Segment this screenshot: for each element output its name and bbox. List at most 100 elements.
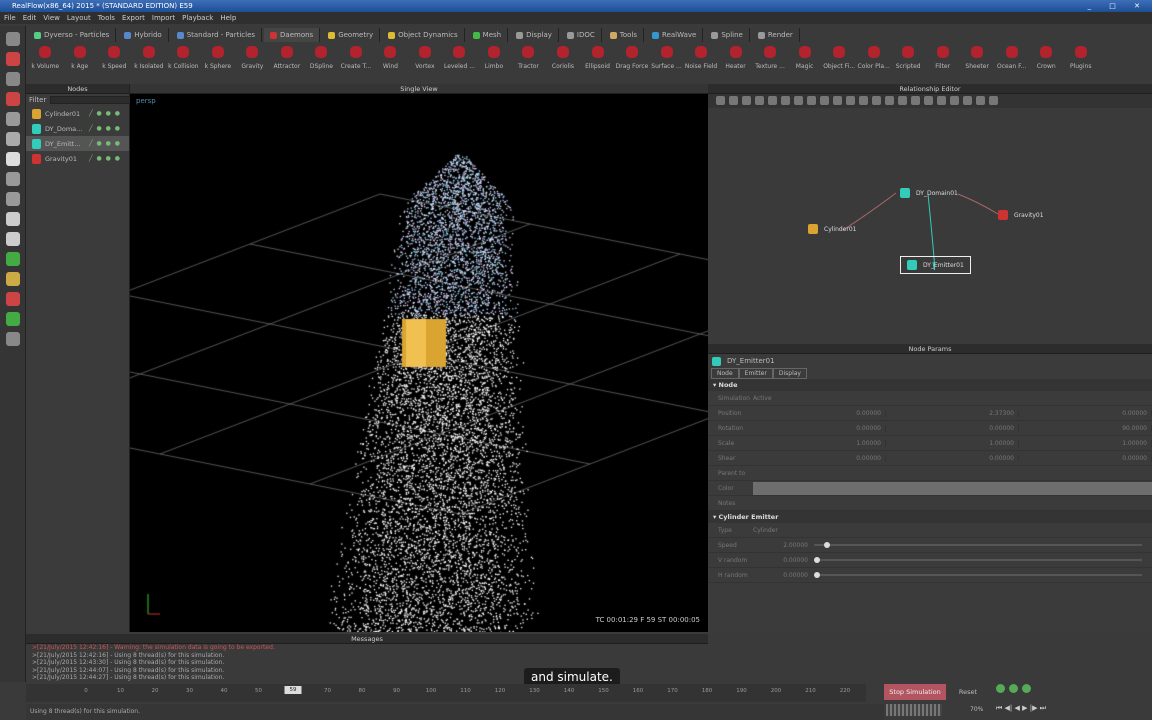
position-x-field[interactable]: 0.00000 xyxy=(753,409,886,417)
tool-icon[interactable] xyxy=(5,192,20,206)
color-row[interactable]: Color xyxy=(708,481,1152,496)
params-tab-display[interactable]: Display xyxy=(772,368,807,379)
v-random-value[interactable]: 0.00000 xyxy=(753,557,808,564)
scale-z-field[interactable]: 1.00000 xyxy=(1019,439,1152,447)
parent-to-row[interactable]: Parent to xyxy=(708,466,1152,481)
notes-row[interactable]: Notes xyxy=(708,496,1152,511)
menu-layout[interactable]: Layout xyxy=(67,14,91,22)
node-flags[interactable]: ╱ ● ● ● xyxy=(89,110,121,117)
daemon-sheeter[interactable]: Sheeter xyxy=(960,44,995,80)
daemon-k-sphere[interactable]: k Sphere xyxy=(201,44,236,80)
daemon-k-age[interactable]: k Age xyxy=(63,44,98,80)
tool-icon[interactable] xyxy=(5,332,20,346)
playback-controls[interactable]: ⏮ ◀| ◀ ▶ |▶ ⏭ xyxy=(996,704,1046,713)
speed-value[interactable]: 2.00000 xyxy=(753,542,808,549)
tool-icon[interactable] xyxy=(5,272,20,286)
daemon-gravity[interactable]: Gravity xyxy=(235,44,270,80)
tool-icon[interactable] xyxy=(5,292,20,306)
tool-icon[interactable] xyxy=(5,172,20,186)
reset-button[interactable]: Reset xyxy=(950,684,986,700)
tab-dyverso-particles[interactable]: Dyverso - Particles xyxy=(28,28,117,42)
node-flags[interactable]: ╱ ● ● ● xyxy=(89,140,121,147)
rel-node[interactable]: Gravity01 xyxy=(994,208,1048,222)
tab-display[interactable]: Display xyxy=(510,28,559,42)
slider-handle[interactable] xyxy=(814,572,820,578)
daemon-k-volume[interactable]: k Volume xyxy=(28,44,63,80)
daemon-scripted[interactable]: Scripted xyxy=(891,44,926,80)
menu-import[interactable]: Import xyxy=(152,14,175,22)
menu-help[interactable]: Help xyxy=(220,14,236,22)
timeline-tick[interactable]: 80 xyxy=(359,688,366,694)
shear-z-field[interactable]: 0.00000 xyxy=(1019,454,1152,462)
node-item[interactable]: DY_Doma... ╱ ● ● ● xyxy=(26,121,129,136)
timeline-tick[interactable]: 0 xyxy=(84,688,88,694)
color-swatch[interactable] xyxy=(753,481,1152,495)
daemon-limbo[interactable]: Limbo xyxy=(477,44,512,80)
timeline-tick[interactable]: 170 xyxy=(667,688,678,694)
tool-icon[interactable] xyxy=(5,152,20,166)
export-icon[interactable] xyxy=(1022,684,1031,693)
daemon-k-speed[interactable]: k Speed xyxy=(97,44,132,80)
menu-edit[interactable]: Edit xyxy=(23,14,37,22)
node-flags[interactable]: ╱ ● ● ● xyxy=(89,125,121,132)
daemon-plugins[interactable]: Plugins xyxy=(1063,44,1098,80)
timeline-tick[interactable]: 200 xyxy=(771,688,782,694)
slider-handle[interactable] xyxy=(823,542,830,548)
slider-handle[interactable] xyxy=(814,557,820,563)
shear-x-field[interactable]: 0.00000 xyxy=(753,454,886,462)
node-item[interactable]: Gravity01 ╱ ● ● ● xyxy=(26,151,129,166)
timeline-tick[interactable]: 190 xyxy=(736,688,747,694)
daemon-filter[interactable]: Filter xyxy=(925,44,960,80)
daemon-attractor[interactable]: Attractor xyxy=(270,44,305,80)
daemon-leveled-[interactable]: Leveled ... xyxy=(442,44,477,80)
tool-icon[interactable] xyxy=(5,132,20,146)
timeline-tick[interactable]: 140 xyxy=(564,688,575,694)
daemon-wind[interactable]: Wind xyxy=(373,44,408,80)
shear-y-field[interactable]: 0.00000 xyxy=(886,454,1019,462)
daemon-crown[interactable]: Crown xyxy=(1029,44,1064,80)
daemon-color-pla-[interactable]: Color Pla... xyxy=(856,44,891,80)
tab-mesh[interactable]: Mesh xyxy=(467,28,509,42)
tool-icon[interactable] xyxy=(5,232,20,246)
menu-tools[interactable]: Tools xyxy=(98,14,115,22)
rel-node[interactable]: DY_Emitter01 xyxy=(900,256,971,274)
timeline-current-frame[interactable]: 59 xyxy=(284,686,302,694)
daemon-heater[interactable]: Heater xyxy=(718,44,753,80)
tool-icon[interactable] xyxy=(5,112,20,126)
stop-simulation-button[interactable]: Stop Simulation xyxy=(884,684,946,700)
params-tab-node[interactable]: Node xyxy=(711,368,739,379)
tool-icon[interactable] xyxy=(5,92,20,106)
timeline-tick[interactable]: 210 xyxy=(805,688,816,694)
menu-playback[interactable]: Playback xyxy=(182,14,213,22)
timeline-tick[interactable]: 70 xyxy=(324,688,331,694)
timeline-tick[interactable]: 90 xyxy=(393,688,400,694)
slider-track[interactable] xyxy=(814,557,1142,563)
node-flags[interactable]: ╱ ● ● ● xyxy=(89,155,121,162)
daemon-surface-[interactable]: Surface ... xyxy=(649,44,684,80)
tool-icon[interactable] xyxy=(5,252,20,266)
daemon-vortex[interactable]: Vortex xyxy=(408,44,443,80)
tool-icon[interactable] xyxy=(5,212,20,226)
timeline-tick[interactable]: 110 xyxy=(460,688,471,694)
tab-object-dynamics[interactable]: Object Dynamics xyxy=(382,28,465,42)
h-random-value[interactable]: 0.00000 xyxy=(753,572,808,579)
scale-x-field[interactable]: 1.00000 xyxy=(753,439,886,447)
timeline-tick[interactable]: 100 xyxy=(426,688,437,694)
position-y-field[interactable]: 2.37300 xyxy=(886,409,1019,417)
timeline-tick[interactable]: 20 xyxy=(152,688,159,694)
daemon-texture-[interactable]: Texture ... xyxy=(753,44,788,80)
scale-y-field[interactable]: 1.00000 xyxy=(886,439,1019,447)
daemon-magic[interactable]: Magic xyxy=(787,44,822,80)
tool-icon[interactable] xyxy=(5,72,20,86)
timeline-tick[interactable]: 30 xyxy=(186,688,193,694)
timeline-tick[interactable]: 180 xyxy=(702,688,713,694)
menu-view[interactable]: View xyxy=(43,14,60,22)
tab-idoc[interactable]: IDOC xyxy=(561,28,602,42)
tab-realwave[interactable]: RealWave xyxy=(646,28,704,42)
rel-node[interactable]: Cylinder01 xyxy=(804,222,860,236)
rotation-x-field[interactable]: 0.00000 xyxy=(753,424,886,432)
tab-spline[interactable]: Spline xyxy=(705,28,750,42)
daemon-create-t-[interactable]: Create T... xyxy=(339,44,374,80)
window-controls[interactable]: _ □ ✕ xyxy=(1088,0,1148,12)
daemon-tractor[interactable]: Tractor xyxy=(511,44,546,80)
